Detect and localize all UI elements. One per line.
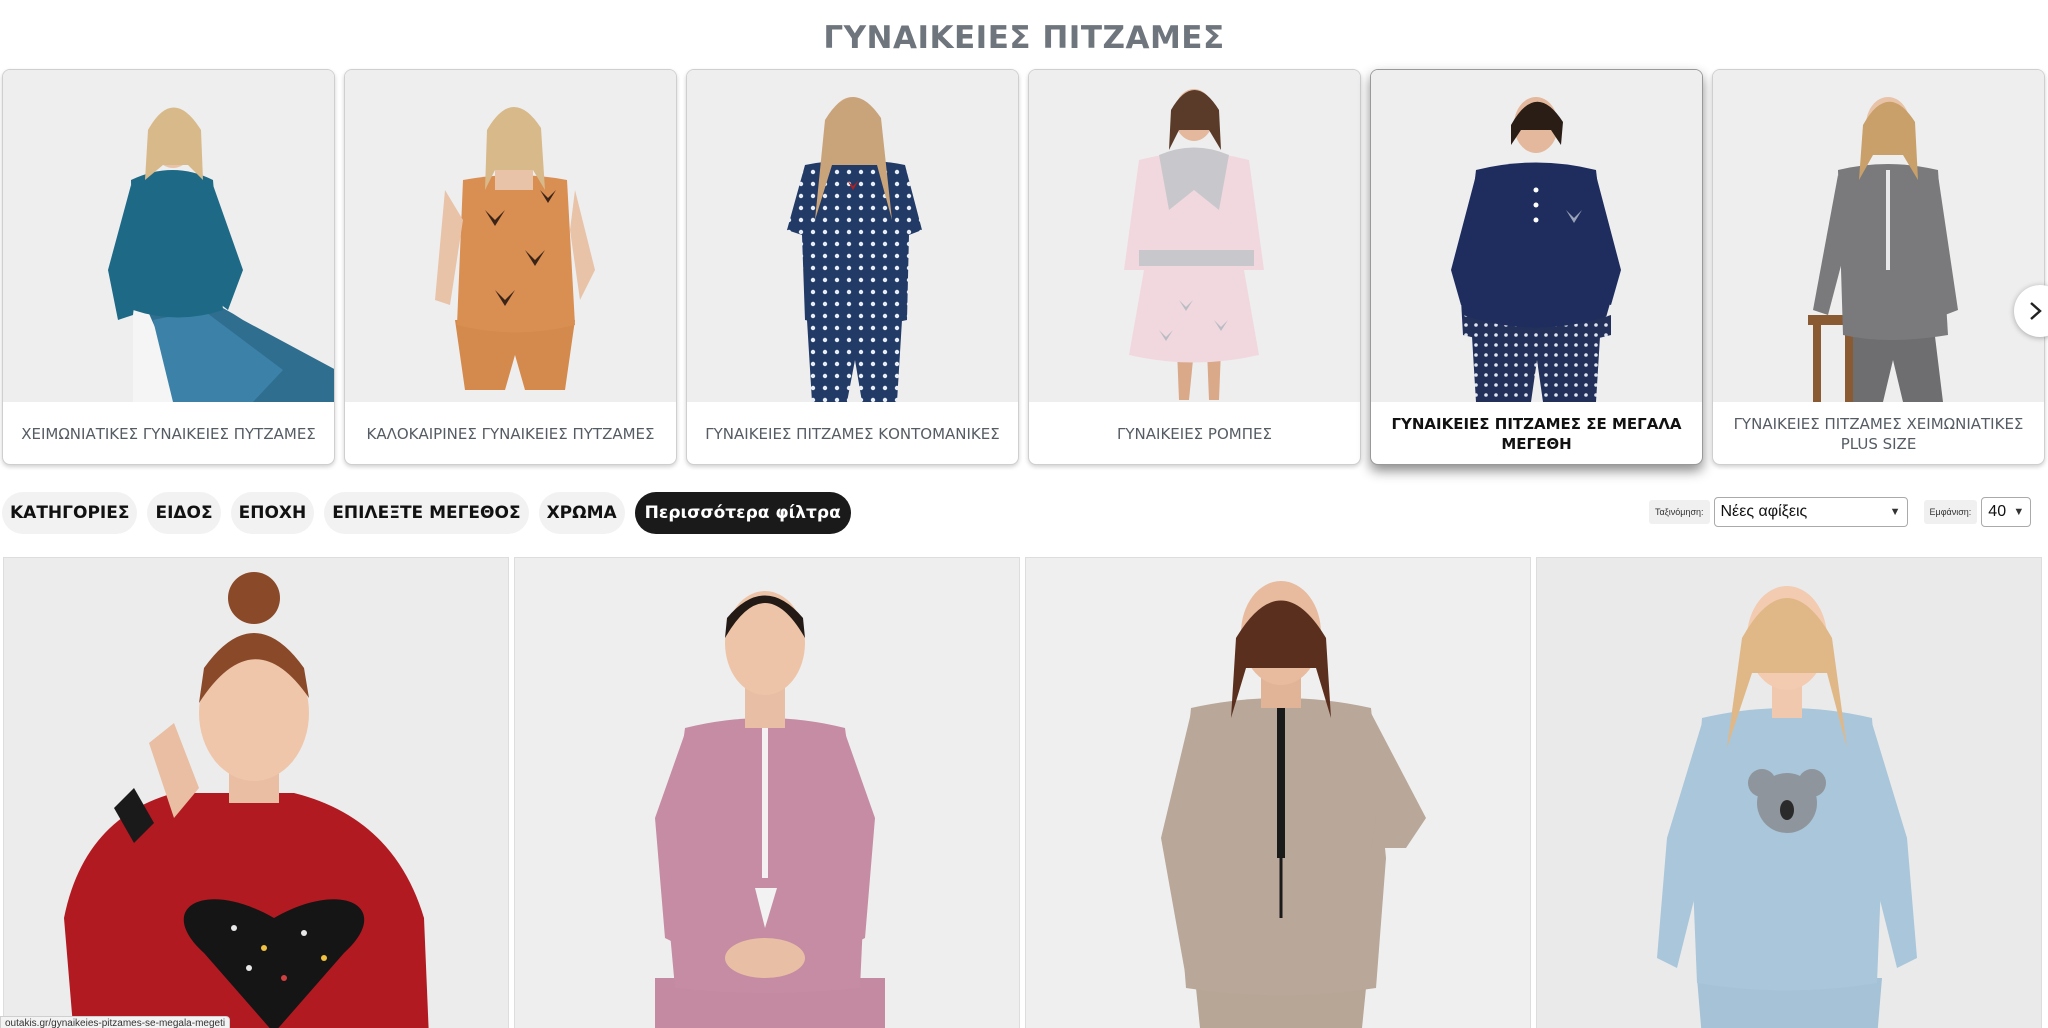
- category-carousel: ΧΕΙΜΩΝΙΑΤΙΚΕΣ ΓΥΝΑΙΚΕΙΕΣ ΠΥΤΖΑΜΕΣ ΚΑΛΟΚΑ…: [0, 69, 2048, 465]
- filter-categories[interactable]: ΚΑΤΗΓΟΡΙΕΣ: [2, 492, 138, 534]
- product-image: [4, 558, 508, 1028]
- category-image: [1713, 70, 2044, 402]
- category-label: ΓΥΝΑΙΚΕΙΕΣ ΠΙΤΖΑΜΕΣ ΧΕΙΜΩΝΙΑΤΙΚΕΣ PLUS S…: [1733, 415, 2024, 453]
- category-image: [345, 70, 676, 402]
- category-label: ΧΕΙΜΩΝΙΑΤΙΚΕΣ ΓΥΝΑΙΚΕΙΕΣ ΠΥΤΖΑΜΕΣ: [21, 425, 316, 443]
- category-label: ΓΥΝΑΙΚΕΙΕΣ ΡΟΜΠΕΣ: [1117, 425, 1272, 443]
- filter-bar: ΚΑΤΗΓΟΡΙΕΣ ΕΙΔΟΣ ΕΠΟΧΗ ΕΠΙΛΕΞΤΕ ΜΕΓΕΘΟΣ …: [2, 492, 851, 534]
- filter-color[interactable]: ΧΡΩΜΑ: [538, 492, 625, 534]
- sort-value: Νέες αφίξεις: [1720, 503, 1808, 520]
- sort-label: Ταξινόμηση:: [1649, 500, 1710, 524]
- product-grid: [3, 557, 2045, 1028]
- category-label: ΚΑΛΟΚΑΙΡΙΝΕΣ ΓΥΝΑΙΚΕΙΕΣ ΠΥΤΖΑΜΕΣ: [366, 425, 655, 443]
- status-bar-url: outakis.gr/gynaikeies-pitzames-se-megala…: [0, 1016, 231, 1028]
- sort-select[interactable]: Νέες αφίξεις ▼: [1713, 497, 1908, 527]
- category-label: ΓΥΝΑΙΚΕΙΕΣ ΠΙΤΖΑΜΕΣ ΣΕ ΜΕΓΑΛΑ ΜΕΓΕΘΗ: [1391, 415, 1682, 453]
- per-page-select[interactable]: 40 ▼: [1981, 497, 2032, 527]
- page-title: ΓΥΝΑΙΚΕΙΕΣ ΠΙΤΖΑΜΕΣ: [823, 20, 1225, 56]
- per-page-value: 40: [1988, 503, 2007, 520]
- category-label: ΓΥΝΑΙΚΕΙΕΣ ΠΙΤΖΑΜΕΣ ΚΟΝΤΟΜΑΝΙΚΕΣ: [705, 425, 1000, 443]
- category-card-winter[interactable]: ΧΕΙΜΩΝΙΑΤΙΚΕΣ ΓΥΝΑΙΚΕΙΕΣ ΠΥΤΖΑΜΕΣ: [2, 69, 335, 465]
- filter-type[interactable]: ΕΙΔΟΣ: [147, 492, 221, 534]
- category-image: [687, 70, 1018, 402]
- category-image: [1029, 70, 1360, 402]
- product-card[interactable]: [1025, 557, 1531, 1028]
- category-image: [1371, 70, 1702, 402]
- chevron-down-icon: ▼: [2013, 506, 2025, 518]
- chevron-down-icon: ▼: [1889, 506, 1901, 518]
- product-card[interactable]: [514, 557, 1020, 1028]
- category-card-robes[interactable]: ΓΥΝΑΙΚΕΙΕΣ ΡΟΜΠΕΣ: [1028, 69, 1361, 465]
- product-image: [515, 558, 1019, 1028]
- sort-controls: Ταξινόμηση: Νέες αφίξεις ▼ Εμφάνιση: 40 …: [1649, 497, 2032, 527]
- category-card-short-sleeve[interactable]: ΓΥΝΑΙΚΕΙΕΣ ΠΙΤΖΑΜΕΣ ΚΟΝΤΟΜΑΝΙΚΕΣ: [686, 69, 1019, 465]
- filter-size[interactable]: ΕΠΙΛΕΞΤΕ ΜΕΓΕΘΟΣ: [324, 492, 529, 534]
- category-card-summer[interactable]: ΚΑΛΟΚΑΙΡΙΝΕΣ ΓΥΝΑΙΚΕΙΕΣ ΠΥΤΖΑΜΕΣ: [344, 69, 677, 465]
- category-image: [3, 70, 334, 402]
- product-card[interactable]: [1536, 557, 2042, 1028]
- product-card[interactable]: [3, 557, 509, 1028]
- more-filters-button[interactable]: Περισσότερα φίλτρα: [634, 492, 851, 534]
- product-image: [1026, 558, 1530, 1028]
- product-image: [1537, 558, 2041, 1028]
- filter-season[interactable]: ΕΠΟΧΗ: [230, 492, 315, 534]
- category-card-winter-plus-size[interactable]: ΓΥΝΑΙΚΕΙΕΣ ΠΙΤΖΑΜΕΣ ΧΕΙΜΩΝΙΑΤΙΚΕΣ PLUS S…: [1712, 69, 2045, 465]
- display-label: Εμφάνιση:: [1923, 500, 1978, 524]
- category-card-plus-size[interactable]: ΓΥΝΑΙΚΕΙΕΣ ΠΙΤΖΑΜΕΣ ΣΕ ΜΕΓΑΛΑ ΜΕΓΕΘΗ: [1370, 69, 1703, 465]
